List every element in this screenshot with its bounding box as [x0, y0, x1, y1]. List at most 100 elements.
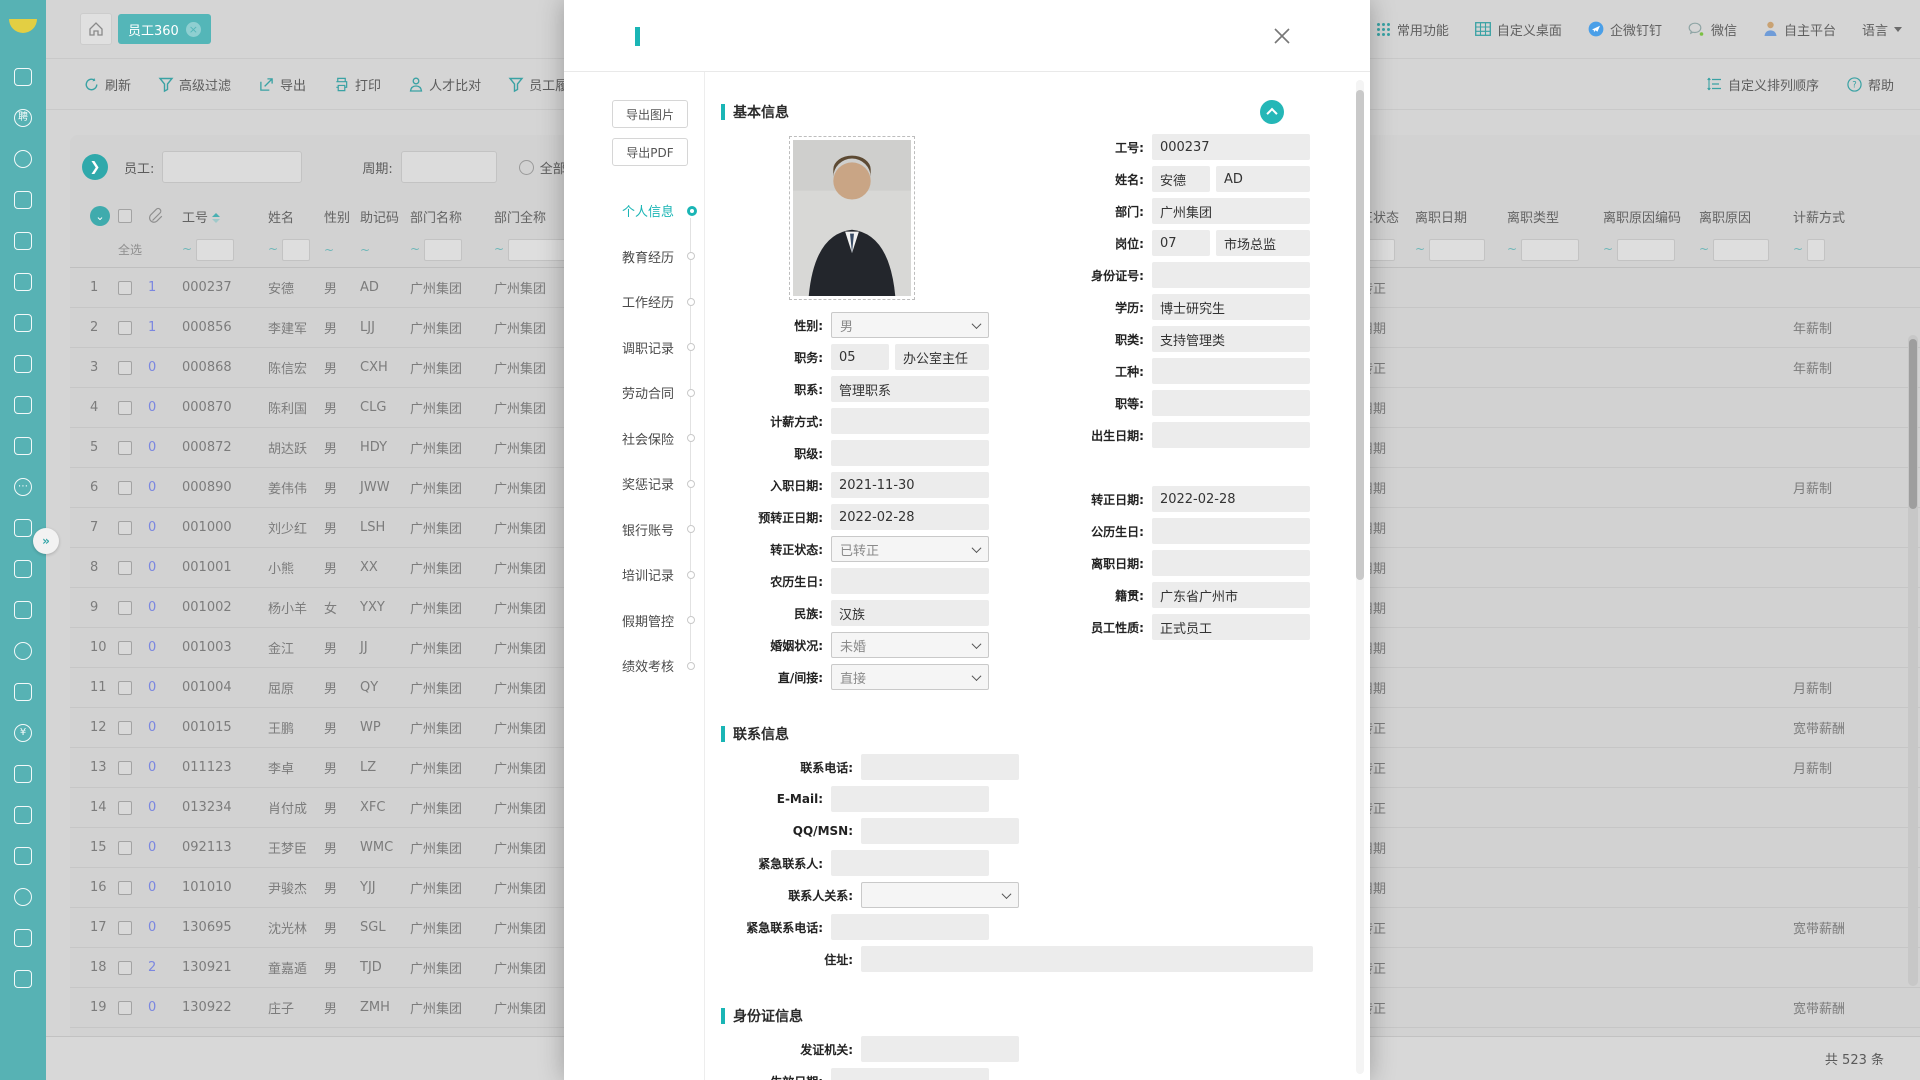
row-checkbox[interactable] [118, 361, 132, 375]
attachment-count-link[interactable]: 2 [140, 960, 174, 975]
field-input[interactable] [831, 1068, 989, 1080]
row-checkbox[interactable] [118, 881, 132, 895]
field-input[interactable]: 汉族 [831, 600, 989, 626]
col-header-leave-code[interactable]: 离职原因编码 [1595, 207, 1691, 226]
row-checkbox[interactable] [118, 321, 132, 335]
select-all-checkbox[interactable] [118, 209, 132, 223]
attachment-count-link[interactable]: 0 [140, 840, 174, 855]
modal-nav-item[interactable]: 教育经历 [564, 234, 704, 280]
export-pdf-button[interactable]: 导出PDF [612, 138, 688, 166]
field-input[interactable] [1152, 358, 1310, 384]
row-checkbox[interactable] [118, 1001, 132, 1015]
briefcase-icon[interactable] [12, 558, 34, 580]
modal-nav-item[interactable]: 社会保险 [564, 416, 704, 462]
laptop-doc-icon[interactable] [12, 804, 34, 826]
settings-icon[interactable] [12, 886, 34, 908]
salary-icon[interactable]: ¥ [12, 722, 34, 744]
employee-photo[interactable] [789, 136, 915, 300]
leave-date-filter-input[interactable] [1429, 239, 1485, 261]
field-input[interactable]: 未婚 [831, 632, 989, 658]
attachment-count-link[interactable]: 0 [140, 560, 174, 575]
coffee-icon[interactable] [12, 640, 34, 662]
help-button[interactable]: ? 帮助 [1847, 75, 1894, 94]
field-input[interactable]: 直接 [831, 664, 989, 690]
row-checkbox[interactable] [118, 961, 132, 975]
modal-nav-item[interactable]: 假期管控 [564, 598, 704, 644]
attachment-count-link[interactable]: 0 [140, 440, 174, 455]
attachment-count-link[interactable]: 0 [140, 520, 174, 535]
modal-close-button[interactable] [1272, 26, 1292, 46]
modal-nav-item[interactable]: 绩效考核 [564, 643, 704, 689]
field-input[interactable]: 正式员工 [1152, 614, 1310, 640]
field-input[interactable] [831, 440, 989, 466]
tab-employee360[interactable]: 员工360 × [118, 14, 211, 44]
field-input[interactable] [861, 946, 1313, 972]
workflow-icon[interactable] [12, 435, 34, 457]
dept-filter-input[interactable] [424, 239, 462, 261]
field-input[interactable] [1152, 262, 1310, 288]
col-header-empno[interactable]: 工号 [174, 207, 260, 226]
leave-code-filter-input[interactable] [1617, 239, 1675, 261]
wecom-dingtalk-button[interactable]: 企微钉钉 [1588, 20, 1662, 39]
row-checkbox[interactable] [118, 481, 132, 495]
row-checkbox[interactable] [118, 801, 132, 815]
field-input[interactable]: 男 [831, 312, 989, 338]
training-icon[interactable] [12, 312, 34, 334]
field-input[interactable]: 2022-02-28 [1152, 486, 1310, 512]
row-checkbox[interactable] [118, 441, 132, 455]
expand-filter-icon[interactable]: ❯ [82, 154, 108, 180]
modal-nav-item[interactable]: 培训记录 [564, 552, 704, 598]
chat-icon[interactable]: ⋯ [12, 476, 34, 498]
col-header-mnemonic[interactable]: 助记码 [352, 207, 402, 226]
clipboard-icon[interactable] [12, 968, 34, 990]
table-scrollbar[interactable] [1908, 335, 1918, 986]
org-chart-icon[interactable] [12, 66, 34, 88]
field-input[interactable] [861, 818, 1019, 844]
empno-filter-input[interactable] [196, 239, 234, 261]
row-checkbox[interactable] [118, 721, 132, 735]
field-input-secondary[interactable]: 办公室主任 [895, 344, 989, 370]
radio-all[interactable] [519, 160, 534, 175]
col-header-leave-type[interactable]: 离职类型 [1499, 207, 1595, 226]
export-button[interactable]: 导出 [259, 75, 306, 94]
sliders-icon[interactable] [12, 394, 34, 416]
pay-filter-input[interactable] [1807, 239, 1825, 261]
sort-icon[interactable] [212, 213, 220, 223]
field-input[interactable] [1152, 390, 1310, 416]
collapse-section-button[interactable] [1260, 100, 1284, 124]
report-icon[interactable] [12, 845, 34, 867]
col-header-sex[interactable]: 性别 [316, 207, 352, 226]
calendar-icon[interactable] [12, 189, 34, 211]
field-input[interactable]: 管理职系 [831, 376, 989, 402]
field-input[interactable] [831, 850, 989, 876]
row-checkbox[interactable] [118, 281, 132, 295]
field-input[interactable] [831, 568, 989, 594]
chart-icon[interactable] [12, 230, 34, 252]
field-input[interactable]: 07 [1152, 230, 1210, 256]
field-input[interactable]: 广东省广州市 [1152, 582, 1310, 608]
col-header-pay-type[interactable]: 计薪方式 [1785, 207, 1859, 226]
field-input-secondary[interactable]: AD [1216, 166, 1310, 192]
attachment-count-link[interactable]: 1 [140, 320, 174, 335]
field-input[interactable] [861, 754, 1019, 780]
language-menu[interactable]: 语言 [1862, 20, 1902, 39]
field-input-secondary[interactable]: 市场总监 [1216, 230, 1310, 256]
modal-scrollbar[interactable] [1356, 80, 1364, 1074]
select-menu-icon[interactable]: ⌄ [90, 206, 110, 226]
attachment-count-link[interactable]: 0 [140, 1000, 174, 1015]
modal-nav-item[interactable]: 调职记录 [564, 325, 704, 371]
attachment-count-link[interactable]: 1 [140, 280, 174, 295]
field-input[interactable]: 2022-02-28 [831, 504, 989, 530]
row-checkbox[interactable] [118, 761, 132, 775]
attachment-count-link[interactable]: 0 [140, 640, 174, 655]
field-input[interactable] [1152, 518, 1310, 544]
gate-icon[interactable] [12, 763, 34, 785]
row-checkbox[interactable] [118, 841, 132, 855]
custom-desktop-button[interactable]: 自定义桌面 [1475, 20, 1562, 39]
field-input[interactable] [831, 408, 989, 434]
recruitment-icon[interactable]: 聘 [12, 107, 34, 129]
export-image-button[interactable]: 导出图片 [612, 100, 688, 128]
app-logo[interactable] [0, 0, 46, 52]
field-input[interactable]: 安德 [1152, 166, 1210, 192]
field-input[interactable] [831, 914, 989, 940]
